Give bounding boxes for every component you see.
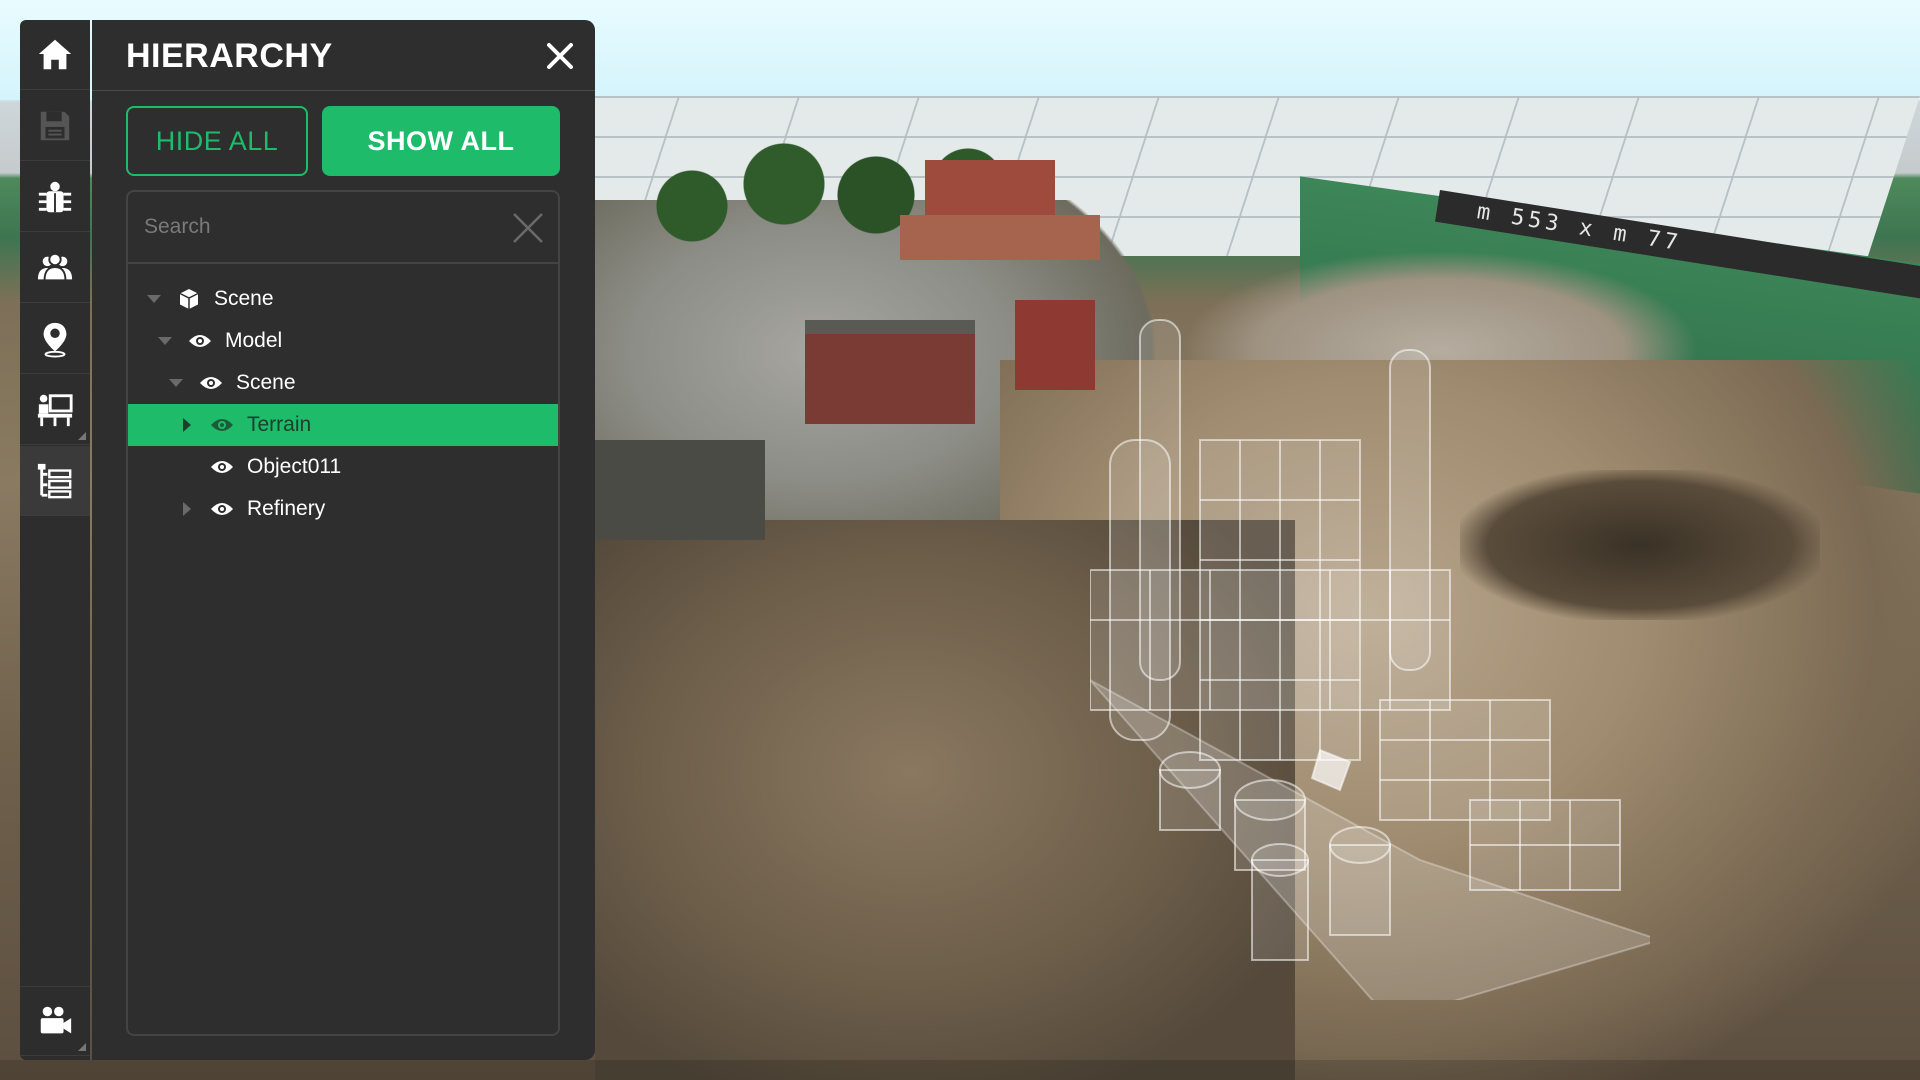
eye-icon: [211, 461, 233, 473]
tree-item-terrain[interactable]: Terrain: [128, 404, 558, 446]
debug-button[interactable]: [20, 162, 90, 232]
presentation-icon: [37, 393, 73, 426]
presentation-button[interactable]: [20, 375, 90, 445]
tree-item-object011[interactable]: Object011: [128, 446, 558, 488]
caret-down-icon: [147, 295, 161, 303]
visibility-toggle[interactable]: [187, 330, 213, 352]
save-button[interactable]: [20, 91, 90, 161]
visibility-toggle[interactable]: [209, 414, 235, 436]
cube-icon: [179, 289, 199, 309]
expand-toggle[interactable]: [157, 333, 173, 349]
title-divider: [92, 90, 595, 91]
users-button[interactable]: [20, 233, 90, 303]
eye-icon: [211, 419, 233, 431]
tree-item-label: Object011: [247, 455, 342, 478]
video-camera-icon: [40, 1006, 72, 1034]
hierarchy-panel: HIERARCHY HIDE ALL SHOW ALL Scene Model …: [92, 20, 595, 1060]
location-button[interactable]: [20, 304, 90, 374]
caret-down-icon: [158, 337, 172, 345]
visibility-toggle[interactable]: [198, 372, 224, 394]
expand-toggle-placeholder: [179, 459, 195, 475]
home-icon: [38, 39, 72, 69]
caret-right-icon: [183, 418, 191, 432]
users-icon: [37, 252, 73, 281]
tree-item-label: Scene: [236, 371, 296, 394]
building-long-hall: [900, 215, 1100, 260]
tree-item-model[interactable]: Model: [128, 320, 558, 362]
hide-all-button[interactable]: HIDE ALL: [126, 106, 308, 176]
visibility-toggle[interactable]: [209, 498, 235, 520]
save-icon: [40, 111, 70, 140]
bug-icon: [38, 181, 72, 212]
location-pin-icon: [43, 322, 67, 358]
building-tower: [1015, 300, 1095, 390]
tree-item-label: Scene: [214, 287, 274, 310]
hierarchy-button[interactable]: [20, 446, 90, 516]
refinery-wireframe-model[interactable]: [1090, 300, 1650, 1000]
caret-right-icon: [183, 502, 191, 516]
clear-search-icon[interactable]: [508, 208, 548, 248]
tree-node-icon: [176, 288, 202, 310]
home-button[interactable]: [20, 20, 90, 90]
panel-title: HIERARCHY: [126, 37, 333, 75]
toolbar-submenu-indicator: [78, 432, 86, 440]
expand-toggle[interactable]: [146, 291, 162, 307]
scene-bottom-edge: [0, 1060, 1920, 1080]
tree-item-scene[interactable]: Scene: [128, 362, 558, 404]
tree-item-scene-root[interactable]: Scene: [128, 278, 558, 320]
building-red-roof: [925, 160, 1055, 220]
building-warehouse: [805, 320, 975, 424]
expand-toggle[interactable]: [179, 417, 195, 433]
caret-down-icon: [169, 379, 183, 387]
expand-toggle[interactable]: [179, 501, 195, 517]
camera-button[interactable]: [20, 986, 90, 1056]
close-panel-button[interactable]: [540, 36, 580, 76]
eye-icon: [189, 335, 211, 347]
search-row: [128, 192, 558, 264]
close-icon: [547, 43, 573, 69]
hierarchy-tree: Scene Model Scene Terrain Object011 Refi…: [126, 190, 560, 1036]
building-shed: [595, 440, 765, 540]
expand-toggle[interactable]: [168, 375, 184, 391]
toolbar-submenu-indicator: [78, 1043, 86, 1051]
eye-icon: [211, 503, 233, 515]
tree-item-refinery[interactable]: Refinery: [128, 488, 558, 530]
eye-icon: [200, 377, 222, 389]
tree-item-label: Refinery: [247, 497, 326, 520]
tree-item-label: Model: [225, 329, 283, 352]
left-toolbar: [20, 20, 90, 1060]
visibility-toggle[interactable]: [209, 456, 235, 478]
hierarchy-list-icon: [37, 463, 72, 498]
show-all-button[interactable]: SHOW ALL: [322, 106, 560, 176]
tree-item-label: Terrain: [247, 413, 312, 436]
search-input[interactable]: [142, 204, 486, 250]
